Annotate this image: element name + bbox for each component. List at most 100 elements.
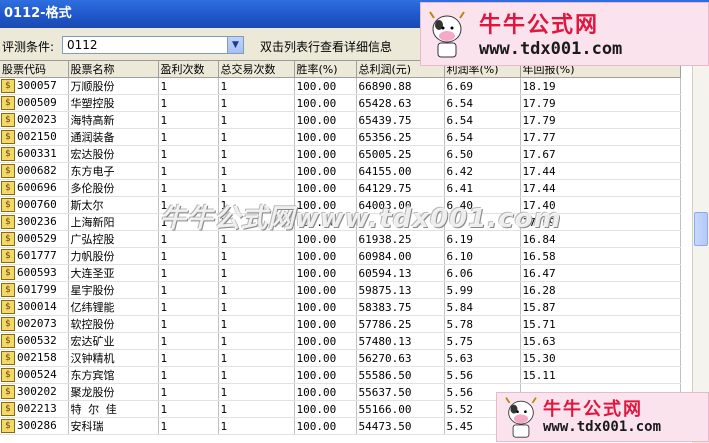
table-row[interactable]: $000682 东方电子 1 1 100.00 64155.00 6.42 17.44 <box>0 162 681 180</box>
table-row[interactable]: $300057 万顺股份 1 1 100.00 66890.88 6.69 18.19 <box>0 77 681 95</box>
stock-code: 002150 <box>17 130 57 143</box>
stock-code: 600331 <box>17 147 57 160</box>
table-cell: 东方电子 <box>68 162 159 180</box>
table-cell: 15.87 <box>520 298 681 316</box>
table-row[interactable]: $601799 星宇股份 1 1 100.00 59875.13 5.99 16.28 <box>0 281 681 299</box>
stock-code: 600593 <box>17 266 57 279</box>
table-cell: 100.00 <box>294 298 357 316</box>
table-cell: 1 <box>218 179 295 197</box>
table-cell: 16.58 <box>520 247 681 265</box>
table-cell: 1 <box>158 264 219 282</box>
table-cell: 宏达股份 <box>68 145 159 163</box>
stock-code: 002023 <box>17 113 57 126</box>
table-cell: 1 <box>158 179 219 197</box>
table-cell: 1 <box>218 417 295 435</box>
column-header[interactable]: 总交易次数 <box>218 61 295 78</box>
table-cell: 17.44 <box>520 179 681 197</box>
column-header[interactable]: 股票名称 <box>68 61 159 78</box>
table-row[interactable]: $600696 多伦股份 1 1 100.00 64129.75 6.41 17.44 <box>0 179 681 197</box>
table-cell: 6.54 <box>444 128 521 146</box>
table-row[interactable]: $002073 软控股份 1 1 100.00 57786.25 5.78 15.71 <box>0 315 681 333</box>
stock-code: 300057 <box>17 79 57 92</box>
table-row[interactable]: $600532 宏达矿业 1 1 100.00 57480.13 5.75 15.63 <box>0 332 681 350</box>
stock-code: 601799 <box>17 283 57 296</box>
table-cell: 1 <box>218 145 295 163</box>
table-cell: 17.67 <box>520 145 681 163</box>
table-cell: 1 <box>218 383 295 401</box>
table-cell: 55637.50 <box>356 383 445 401</box>
column-header[interactable]: 胜率(%) <box>294 61 357 78</box>
stock-code: 000760 <box>17 198 57 211</box>
table-cell: 力帆股份 <box>68 247 159 265</box>
table-cell: 1 <box>218 400 295 418</box>
table-cell: 万顺股份 <box>68 77 159 95</box>
stock-code: 000529 <box>17 232 57 245</box>
table-cell: 汉钟精机 <box>68 349 159 367</box>
table-cell: 6.50 <box>444 145 521 163</box>
scrollbar-thumb[interactable] <box>694 212 708 246</box>
table-cell: 100.00 <box>294 128 357 146</box>
stock-code-cell: $600593 <box>0 264 69 282</box>
table-row[interactable]: $600593 大连圣亚 1 1 100.00 60594.13 6.06 16.47 <box>0 264 681 282</box>
table-cell: 65428.63 <box>356 94 445 112</box>
table-row[interactable]: $000524 东方宾馆 1 1 100.00 55586.50 5.56 15.11 <box>0 366 681 384</box>
table-cell: 1 <box>218 264 295 282</box>
stock-code: 300236 <box>17 215 57 228</box>
column-header[interactable]: 股票代码 <box>0 61 69 78</box>
stock-row-icon: $ <box>1 385 15 399</box>
stock-row-icon: $ <box>1 402 15 416</box>
table-cell: 57480.13 <box>356 332 445 350</box>
results-grid[interactable]: 股票代码 股票名称 盈利次数 总交易次数 胜率(%) 总利润(元) 利润率(%) 年回报(%)… <box>0 60 692 443</box>
criteria-select[interactable]: 0112 ▼ <box>62 36 244 54</box>
table-row[interactable]: $002150 通润装备 1 1 100.00 65356.25 6.54 17.77 <box>0 128 681 146</box>
stock-code-cell: $601799 <box>0 281 69 299</box>
stock-code-cell: $002213 <box>0 400 69 418</box>
table-cell: 15.30 <box>520 349 681 367</box>
table-row[interactable]: $002158 汉钟精机 1 1 100.00 56270.63 5.63 15.30 <box>0 349 681 367</box>
window-title: 0112-格式 <box>4 6 72 21</box>
table-cell: 1 <box>158 111 219 129</box>
table-row[interactable]: $002023 海特高新 1 1 100.00 65439.75 6.54 17.79 <box>0 111 681 129</box>
table-cell: 1 <box>158 383 219 401</box>
table-cell: 1 <box>158 94 219 112</box>
table-cell: 6.41 <box>444 179 521 197</box>
table-row[interactable]: $000509 华塑控股 1 1 100.00 65428.63 6.54 17.79 <box>0 94 681 112</box>
stock-code-cell: $002158 <box>0 349 69 367</box>
stock-code-cell: $000682 <box>0 162 69 180</box>
table-cell: 宏达矿业 <box>68 332 159 350</box>
table-cell: 1 <box>218 315 295 333</box>
table-cell: 1 <box>218 366 295 384</box>
results-table: 股票代码 股票名称 盈利次数 总交易次数 胜率(%) 总利润(元) 利润率(%) 年回报(%)… <box>0 61 681 435</box>
table-cell: 1 <box>218 247 295 265</box>
table-cell: 100.00 <box>294 383 357 401</box>
table-cell: 1 <box>218 281 295 299</box>
table-cell: 1 <box>218 162 295 180</box>
table-cell: 1 <box>218 349 295 367</box>
stock-code-cell: $002073 <box>0 315 69 333</box>
table-cell: 5.56 <box>444 366 521 384</box>
table-cell: 1 <box>158 128 219 146</box>
stock-code-cell: $000760 <box>0 196 69 214</box>
table-cell: 17.79 <box>520 111 681 129</box>
column-header[interactable]: 盈利次数 <box>158 61 219 78</box>
table-cell: 通润装备 <box>68 128 159 146</box>
stock-code-cell: $000524 <box>0 366 69 384</box>
stock-row-icon: $ <box>1 96 15 110</box>
table-cell: 1 <box>158 298 219 316</box>
hint-text: 双击列表行查看详细信息 <box>260 40 393 54</box>
table-cell: 1 <box>158 77 219 95</box>
table-row[interactable]: $300014 亿纬锂能 1 1 100.00 58383.75 5.84 15.87 <box>0 298 681 316</box>
table-row[interactable]: $601777 力帆股份 1 1 100.00 60984.00 6.10 16.58 <box>0 247 681 265</box>
table-cell: 65356.25 <box>356 128 445 146</box>
table-cell: 5.99 <box>444 281 521 299</box>
stock-code: 000682 <box>17 164 57 177</box>
table-cell: 60594.13 <box>356 264 445 282</box>
stock-code-cell: $002023 <box>0 111 69 129</box>
stock-row-icon: $ <box>1 181 15 195</box>
table-row[interactable]: $600331 宏达股份 1 1 100.00 65005.25 6.50 17.67 <box>0 145 681 163</box>
table-cell: 100.00 <box>294 400 357 418</box>
chevron-down-icon[interactable]: ▼ <box>227 37 243 53</box>
table-cell: 15.11 <box>520 366 681 384</box>
vertical-scrollbar[interactable] <box>692 60 709 442</box>
table-cell: 54473.50 <box>356 417 445 435</box>
